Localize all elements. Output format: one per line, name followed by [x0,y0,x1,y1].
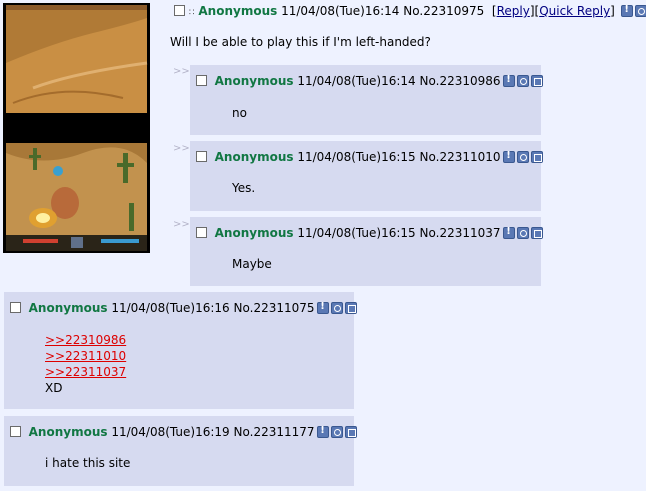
search-icon[interactable] [516,151,529,163]
op-image[interactable] [3,3,150,253]
post-number[interactable]: No.22311037 [420,226,501,240]
reply-arrows: >> [173,219,190,230]
post-number[interactable]: No.22311177 [234,425,315,439]
reply-arrows: >> [173,143,190,154]
poster-name: Anonymous [214,150,294,164]
report-icon[interactable] [502,150,515,163]
reply-arrows: >> [173,66,190,77]
post-number[interactable]: No.22311075 [234,301,315,315]
reply-comment: no [232,106,247,120]
poster-name: Anonymous [214,74,294,88]
search-icon[interactable] [330,426,343,438]
quick-reply-link[interactable]: Quick Reply [539,4,610,18]
op-checkbox[interactable] [174,5,185,16]
post-datetime: 11/04/08(Tue)16:15 [297,150,416,164]
reply-comment: Yes. [232,181,256,195]
quote-link[interactable]: >>22310986 [45,333,126,347]
reply-link[interactable]: Reply [497,4,530,18]
quote-link[interactable]: >>22311037 [45,365,126,379]
reply-header: Anonymous 11/04/08(Tue)16:14 No.22310986 [196,74,543,88]
report-icon[interactable] [502,74,515,87]
reply-comment: >>22310986 >>22311010 >>22311037 XD [45,332,126,396]
reply-header: Anonymous 11/04/08(Tue)16:15 No.22311037 [196,226,543,240]
poster-name: Anonymous [28,425,108,439]
reply-post: Anonymous 11/04/08(Tue)16:15 No.22311010… [190,141,543,211]
reply-checkbox[interactable] [10,302,21,313]
post-datetime: 11/04/08(Tue)16:14 [281,4,400,18]
poster-name: Anonymous [198,4,278,18]
post-datetime: 11/04/08(Tue)16:14 [297,74,416,88]
reply-post: Anonymous 11/04/08(Tue)16:19 No.22311177… [4,416,357,486]
reply-checkbox[interactable] [196,75,207,86]
image-icon[interactable] [344,302,357,314]
report-icon[interactable] [620,4,633,17]
comment-text: XD [45,381,63,395]
report-icon[interactable] [316,301,329,314]
image-icon[interactable] [530,75,543,87]
image-icon[interactable] [344,426,357,438]
reply-post: Anonymous 11/04/08(Tue)16:16 No.22311075… [4,292,357,409]
op-comment: Will I be able to play this if I'm left-… [170,35,431,49]
search-icon[interactable] [634,5,646,17]
reply-header: Anonymous 11/04/08(Tue)16:16 No.22311075 [10,301,357,315]
reply-checkbox[interactable] [196,227,207,238]
reply-checkbox[interactable] [10,426,21,437]
search-icon[interactable] [330,302,343,314]
search-icon[interactable] [516,227,529,239]
reply-comment: Maybe [232,257,272,271]
reply-comment: i hate this site [45,456,131,470]
quote-link[interactable]: >>22311010 [45,349,126,363]
image-icon[interactable] [530,151,543,163]
reply-header: Anonymous 11/04/08(Tue)16:15 No.22311010 [196,150,543,164]
reply-post: Anonymous 11/04/08(Tue)16:14 No.22310986… [190,65,543,135]
post-datetime: 11/04/08(Tue)16:15 [297,226,416,240]
reply-checkbox[interactable] [196,151,207,162]
search-icon[interactable] [516,75,529,87]
game-screenshot-image [6,5,148,251]
report-icon[interactable] [316,425,329,438]
post-datetime: 11/04/08(Tue)16:16 [111,301,230,315]
post-number[interactable]: No.22311010 [420,150,501,164]
op-header: ∷ Anonymous 11/04/08(Tue)16:14 No.223109… [174,4,646,18]
post-number[interactable]: No.22310986 [420,74,501,88]
reply-post: Anonymous 11/04/08(Tue)16:15 No.22311037… [190,217,543,286]
report-icon[interactable] [502,226,515,239]
poster-name: Anonymous [214,226,294,240]
poster-name: Anonymous [28,301,108,315]
image-icon[interactable] [530,227,543,239]
post-number[interactable]: No.22310975 [403,4,484,18]
reply-header: Anonymous 11/04/08(Tue)16:19 No.22311177 [10,425,357,439]
expand-icon[interactable]: ∷ [189,8,195,18]
post-datetime: 11/04/08(Tue)16:19 [111,425,230,439]
